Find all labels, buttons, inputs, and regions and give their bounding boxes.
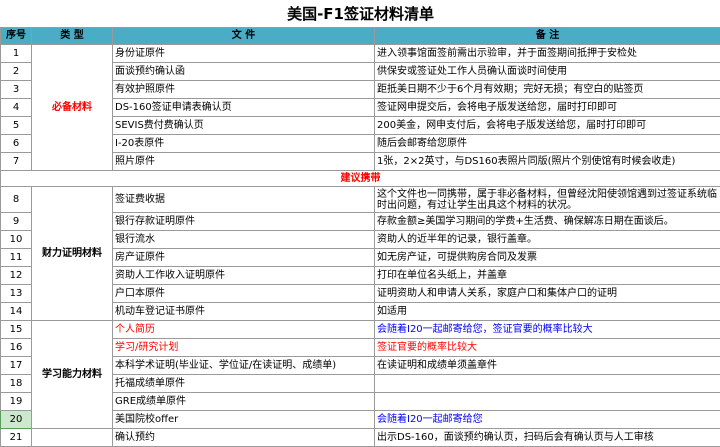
cell-doc[interactable]: DS-160签证申请表确认页 [113,99,375,117]
cell-note[interactable]: 签证官要的概率比较大 [375,339,720,357]
cell-doc[interactable]: 银行存款证明原件 [113,213,375,231]
cell-doc[interactable]: 资助人工作收入证明原件 [113,267,375,285]
cell-doc[interactable]: 托福成绩单原件 [113,375,375,393]
cell-no[interactable]: 1 [1,45,32,63]
cell-doc[interactable]: GRE成绩单原件 [113,393,375,411]
cell-note[interactable]: 如无房产证，可提供购房合同及发票 [375,249,720,267]
cell-no[interactable]: 15 [1,321,32,339]
cell-no[interactable]: 6 [1,135,32,153]
cell-doc[interactable]: SEVIS费付费确认页 [113,117,375,135]
sheet-title: 美国-F1签证材料清单 [1,0,720,28]
cell-note[interactable]: 200美金，网申支付后，会将电子版发送给您，届时打印即可 [375,117,720,135]
cell-no[interactable]: 8 [1,187,32,213]
cell-no[interactable]: 2 [1,63,32,81]
cell-doc[interactable]: 机动车登记证书原件 [113,303,375,321]
cell-no[interactable]: 7 [1,153,32,171]
category-blank[interactable] [32,429,113,447]
cell-note[interactable]: 会随着I20一起邮寄给您，签证官要的概率比较大 [375,321,720,339]
cell-doc[interactable]: 房产证原件 [113,249,375,267]
cell-no[interactable]: 5 [1,117,32,135]
header-type: 类 型 [32,28,113,45]
cell-note[interactable]: 签证网申提交后，会将电子版发送给您，届时打印即可 [375,99,720,117]
cell-doc[interactable]: 签证费收据 [113,187,375,213]
table-row: 21 确认预约 出示DS-160，面谈预约确认页，扫码后会有确认页与人工审核 [1,429,720,447]
cell-no[interactable]: 16 [1,339,32,357]
cell-no[interactable]: 3 [1,81,32,99]
cell-doc[interactable]: 确认预约 [113,429,375,447]
cell-no-selected[interactable]: 20 [1,411,32,429]
category-finance[interactable]: 财力证明材料 [32,187,113,321]
cell-no[interactable]: 10 [1,231,32,249]
cell-note[interactable]: 进入领事馆面签前需出示验审，并于面签期间抵押于安检处 [375,45,720,63]
table-row: 8 财力证明材料 签证费收据 这个文件也一同携带，属于非必备材料，但曾经沈阳使领… [1,187,720,213]
header-no: 序号 [1,28,32,45]
cell-doc[interactable]: 本科学术证明(毕业证、学位证/在读证明、成绩单) [113,357,375,375]
cell-doc[interactable]: I-20表原件 [113,135,375,153]
section-suggest[interactable]: 建议携带 [1,171,720,187]
cell-no[interactable]: 19 [1,393,32,411]
header-doc: 文 件 [113,28,375,45]
header-note: 备 注 [375,28,720,45]
cell-no[interactable]: 12 [1,267,32,285]
cell-note[interactable]: 存款金额≥美国学习期间的学费+生活费、确保解冻日期在面谈后。 [375,213,720,231]
cell-note[interactable]: 1张，2×2英寸，与DS160表照片同版(照片个别使馆有时候会收走) [375,153,720,171]
cell-no[interactable]: 4 [1,99,32,117]
cell-doc[interactable]: 身份证原件 [113,45,375,63]
cell-no[interactable]: 11 [1,249,32,267]
header-row: 序号 类 型 文 件 备 注 [1,28,720,45]
cell-note[interactable]: 在读证明和成绩单须盖章件 [375,357,720,375]
visa-checklist-table: 美国-F1签证材料清单 序号 类 型 文 件 备 注 1 必备材料 身份证原件 … [0,0,720,447]
table-row: 1 必备材料 身份证原件 进入领事馆面签前需出示验审，并于面签期间抵押于安检处 [1,45,720,63]
cell-no[interactable]: 14 [1,303,32,321]
cell-no[interactable]: 18 [1,375,32,393]
cell-doc[interactable]: 面谈预约确认函 [113,63,375,81]
cell-note[interactable]: 会随着I20一起邮寄给您 [375,411,720,429]
cell-no[interactable]: 21 [1,429,32,447]
cell-doc[interactable]: 照片原件 [113,153,375,171]
cell-doc[interactable]: 户口本原件 [113,285,375,303]
cell-note[interactable] [375,393,720,411]
cell-note[interactable]: 资助人的近半年的记录，银行盖章。 [375,231,720,249]
section-row: 建议携带 [1,171,720,187]
table-row: 15 学习能力材料 个人简历 会随着I20一起邮寄给您，签证官要的概率比较大 [1,321,720,339]
cell-note[interactable] [375,375,720,393]
cell-note[interactable]: 距抵美日期不少于6个月有效期；完好无损；有空白的贴签页 [375,81,720,99]
cell-doc[interactable]: 个人简历 [113,321,375,339]
cell-no[interactable]: 13 [1,285,32,303]
cell-note[interactable]: 供保安或签证处工作人员确认面谈时间使用 [375,63,720,81]
cell-doc[interactable]: 学习/研究计划 [113,339,375,357]
cell-note[interactable]: 打印在单位名头纸上，并盖章 [375,267,720,285]
category-study[interactable]: 学习能力材料 [32,321,113,429]
category-must[interactable]: 必备材料 [32,45,113,171]
cell-doc[interactable]: 有效护照原件 [113,81,375,99]
cell-note[interactable]: 随后会邮寄给您原件 [375,135,720,153]
cell-no[interactable]: 9 [1,213,32,231]
cell-note[interactable]: 出示DS-160，面谈预约确认页，扫码后会有确认页与人工审核 [375,429,720,447]
cell-no[interactable]: 17 [1,357,32,375]
cell-doc[interactable]: 银行流水 [113,231,375,249]
cell-note[interactable]: 这个文件也一同携带，属于非必备材料，但曾经沈阳使领馆遇到过签证系统临时出问题，有… [375,187,720,213]
cell-note[interactable]: 证明资助人和申请人关系，家庭户口和集体户口的证明 [375,285,720,303]
cell-doc[interactable]: 美国院校offer [113,411,375,429]
cell-note[interactable]: 如适用 [375,303,720,321]
